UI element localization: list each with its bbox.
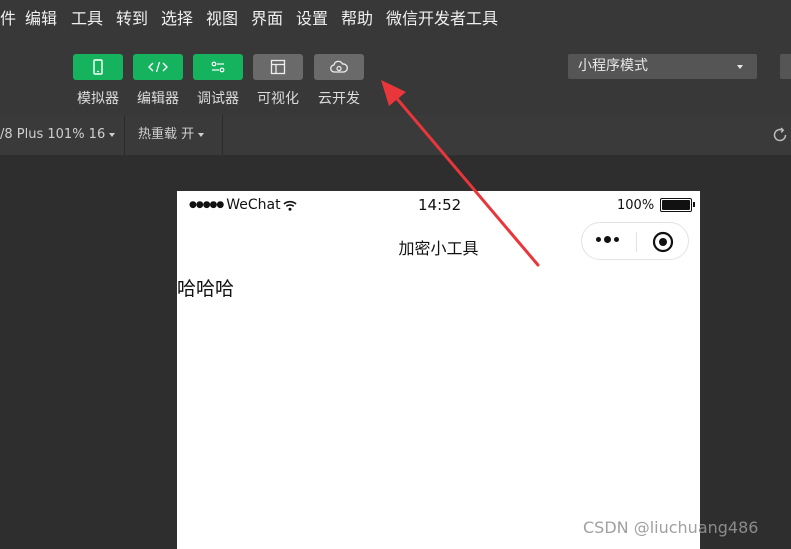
capsule-divider [636,232,637,252]
divider [222,115,223,155]
status-carrier: ●●●●● WeChat [189,196,297,214]
layout-icon [270,59,286,75]
battery-percent: 100% [617,197,655,213]
menu-tools[interactable]: 工具 [71,9,103,29]
debugger-label: 调试器 [197,91,239,107]
cloud-label: 云开发 [318,91,360,107]
status-battery: 100% [617,197,696,213]
debugger-tool[interactable]: 调试器 [193,54,243,107]
menu-interface[interactable]: 界面 [251,9,283,29]
devtools-window: 件 编辑 工具 转到 选择 视图 界面 设置 帮助 微信开发者工具 模拟器 编辑… [0,0,791,549]
more-icon[interactable] [596,236,622,243]
visual-label: 可视化 [257,91,299,107]
menu-select[interactable]: 选择 [161,9,193,29]
carrier-name: WeChat [226,197,281,213]
debug-icon [211,61,225,73]
editor-button[interactable] [133,54,183,80]
close-icon[interactable] [652,231,674,253]
menu-help[interactable]: 帮助 [341,9,373,29]
capsule-menu[interactable] [581,222,689,260]
device-select[interactable]: /8 Plus 101% 16 [0,115,116,155]
device-select-label: /8 Plus 101% 16 [0,127,106,142]
menu-edit[interactable]: 编辑 [25,9,57,29]
code-icon [148,61,168,73]
toolbar-overflow-button[interactable] [780,54,791,79]
watermark: CSDN @liuchuang486 [583,518,759,537]
simulator-label: 模拟器 [77,91,119,107]
device-bar: /8 Plus 101% 16 热重载 开 [0,115,791,155]
chevron-down-icon [737,65,743,69]
visual-button[interactable] [253,54,303,80]
mode-select-value: 小程序模式 [578,58,648,74]
menu-wechat-devtools[interactable]: 微信开发者工具 [386,9,498,29]
menu-goto[interactable]: 转到 [116,9,148,29]
hot-reload-label: 热重载 开 [138,127,195,142]
menu-bar: 件 编辑 工具 转到 选择 视图 界面 设置 帮助 微信开发者工具 [0,0,791,38]
simulator-tool[interactable]: 模拟器 [73,54,123,107]
page-content-text: 哈哈哈 [177,278,235,300]
debugger-button[interactable] [193,54,243,80]
refresh-icon[interactable] [771,126,789,144]
mode-select[interactable]: 小程序模式 [568,54,757,79]
phone-icon [93,59,103,75]
hot-reload-toggle[interactable]: 热重载 开 [138,115,205,155]
divider [124,115,125,155]
battery-icon [660,198,696,212]
chevron-down-icon [198,132,205,137]
menu-view[interactable]: 视图 [206,9,238,29]
editor-label: 编辑器 [137,91,179,107]
signal-icon: ●●●●● [189,200,224,210]
cloud-button[interactable] [314,54,364,80]
menu-settings[interactable]: 设置 [296,9,328,29]
status-time: 14:52 [418,196,462,214]
cloud-tool[interactable]: 云开发 [314,54,364,107]
toolbar: 模拟器 编辑器 调试器 可视化 云开发 小程序模式 [0,38,791,115]
editor-tool[interactable]: 编辑器 [133,54,183,107]
visual-tool[interactable]: 可视化 [253,54,303,107]
menu-file[interactable]: 件 [0,9,16,29]
phone-simulator[interactable]: ●●●●● WeChat 14:52 100% 加密小工具 哈哈哈 [177,191,700,549]
cloud-icon [330,60,348,73]
chevron-down-icon [109,132,116,137]
simulator-button[interactable] [73,54,123,80]
wifi-icon [283,200,297,211]
